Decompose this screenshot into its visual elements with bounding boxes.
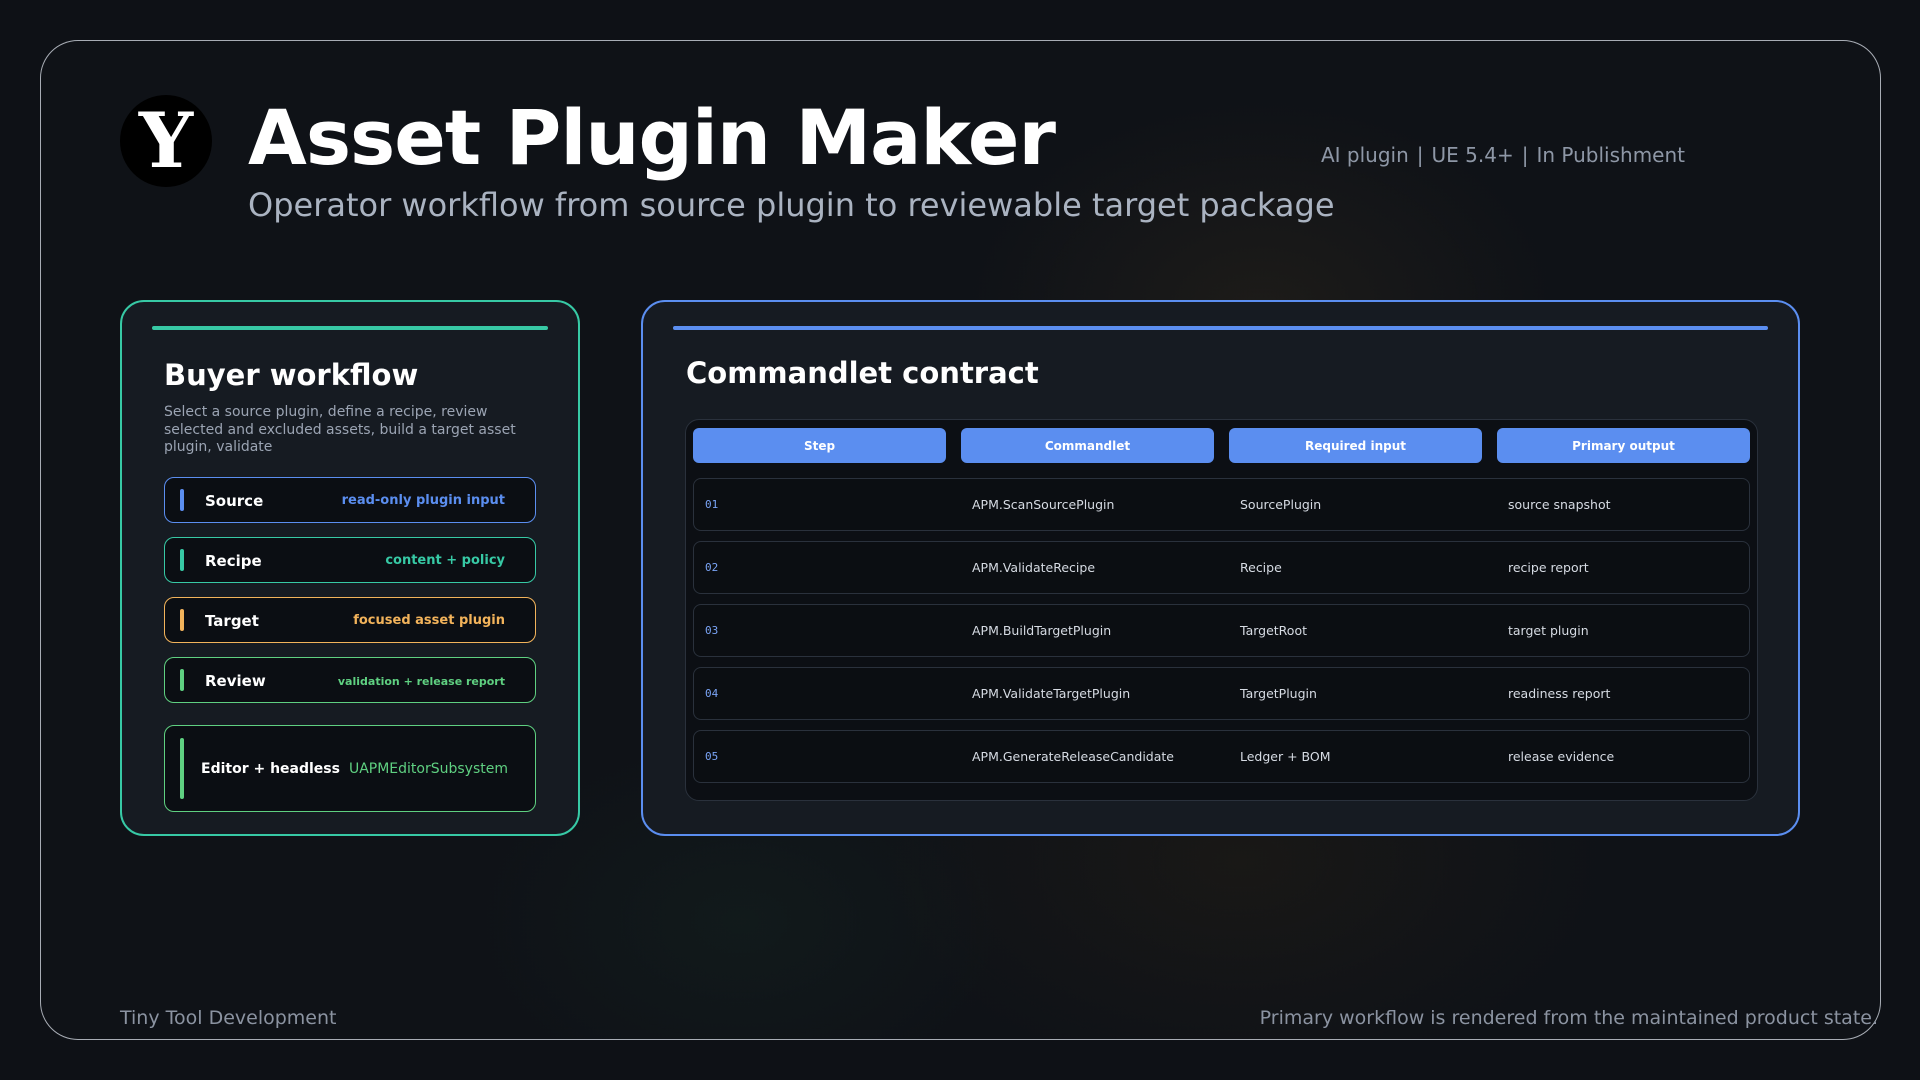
panel-accent-bar	[152, 326, 548, 330]
workflow-step-target[interactable]: Target focused asset plugin	[164, 597, 536, 643]
cell-output: recipe report	[1508, 559, 1589, 575]
step-value: content + policy	[385, 553, 505, 568]
step-value: read-only plugin input	[341, 493, 505, 508]
cell-commandlet: APM.ValidateTargetPlugin	[972, 685, 1131, 701]
step-label: Recipe	[205, 552, 262, 570]
step-label: Review	[205, 672, 266, 690]
workflow-step-source[interactable]: Source read-only plugin input	[164, 477, 536, 523]
step-label: Source	[205, 492, 264, 510]
table-row[interactable]: 01 APM.ScanSourcePlugin SourcePlugin sou…	[693, 478, 1750, 531]
step-value: UAPMEditorSubsystem	[348, 761, 508, 777]
cell-commandlet: APM.ScanSourcePlugin	[972, 496, 1115, 512]
cell-commandlet: APM.ValidateRecipe	[972, 559, 1096, 575]
footer-note: Primary workflow is rendered from the ma…	[1259, 1007, 1878, 1029]
step-indicator	[180, 669, 184, 691]
step-indicator	[180, 549, 184, 571]
cell-commandlet: APM.BuildTargetPlugin	[972, 622, 1112, 638]
cell-input: Ledger + BOM	[1240, 748, 1331, 764]
table-row[interactable]: 03 APM.BuildTargetPlugin TargetRoot targ…	[693, 604, 1750, 657]
meta-status: In Publishment	[1536, 143, 1685, 167]
step-label: Target	[205, 612, 259, 630]
footer-brand: Tiny Tool Development	[120, 1007, 337, 1029]
cell-commandlet: APM.GenerateReleaseCandidate	[972, 748, 1174, 764]
workflow-description: Select a source plugin, define a recipe,…	[164, 404, 516, 455]
workflow-heading: Buyer workflow	[164, 358, 419, 392]
step-indicator	[180, 609, 184, 631]
cell-input: TargetRoot	[1240, 622, 1307, 638]
buyer-workflow-panel: Buyer workflow Select a source plugin, d…	[120, 300, 580, 836]
step-indicator	[180, 738, 184, 799]
workflow-step-recipe[interactable]: Recipe content + policy	[164, 537, 536, 583]
step-label: Editor + headless	[201, 761, 340, 777]
workflow-step-editor[interactable]: Editor + headless UAPMEditorSubsystem	[164, 725, 536, 812]
column-header-commandlet[interactable]: Commandlet	[961, 428, 1214, 463]
workflow-step-review[interactable]: Review validation + release report	[164, 657, 536, 703]
cell-output: readiness report	[1508, 685, 1611, 701]
page-subtitle: Operator workflow from source plugin to …	[248, 186, 1335, 224]
column-header-required-input[interactable]: Required input	[1229, 428, 1482, 463]
contract-table: Step Commandlet Required input Primary o…	[685, 419, 1758, 801]
cell-output: release evidence	[1508, 748, 1615, 764]
page-title: Asset Plugin Maker	[248, 93, 1056, 182]
cell-output: target plugin	[1508, 622, 1589, 638]
table-row[interactable]: 02 APM.ValidateRecipe Recipe recipe repo…	[693, 541, 1750, 594]
cell-step: 04	[705, 686, 719, 700]
cell-step: 05	[705, 749, 719, 763]
cell-output: source snapshot	[1508, 496, 1611, 512]
step-indicator	[180, 489, 184, 511]
table-row[interactable]: 05 APM.GenerateReleaseCandidate Ledger +…	[693, 730, 1750, 783]
contract-heading: Commandlet contract	[686, 356, 1039, 390]
cell-step: 03	[705, 623, 719, 637]
panel-accent-bar	[673, 326, 1768, 330]
brand-logo: Y	[120, 95, 212, 187]
meta-info: AI plugin | UE 5.4+ | In Publishment	[1321, 143, 1685, 167]
cell-input: TargetPlugin	[1240, 685, 1317, 701]
cell-input: Recipe	[1240, 559, 1282, 575]
cell-step: 02	[705, 560, 719, 574]
commandlet-contract-panel: Commandlet contract Step Commandlet Requ…	[641, 300, 1800, 836]
logo-letter: Y	[138, 96, 194, 185]
column-header-step[interactable]: Step	[693, 428, 946, 463]
table-row[interactable]: 04 APM.ValidateTargetPlugin TargetPlugin…	[693, 667, 1750, 720]
meta-type: AI plugin	[1320, 143, 1409, 167]
step-value: validation + release report	[337, 675, 505, 688]
meta-separator: |	[1521, 143, 1529, 167]
column-header-primary-output[interactable]: Primary output	[1497, 428, 1750, 463]
cell-step: 01	[705, 497, 719, 511]
meta-separator: |	[1416, 143, 1424, 167]
cell-input: SourcePlugin	[1240, 496, 1322, 512]
step-value: focused asset plugin	[353, 613, 505, 628]
meta-version: UE 5.4+	[1431, 143, 1514, 167]
